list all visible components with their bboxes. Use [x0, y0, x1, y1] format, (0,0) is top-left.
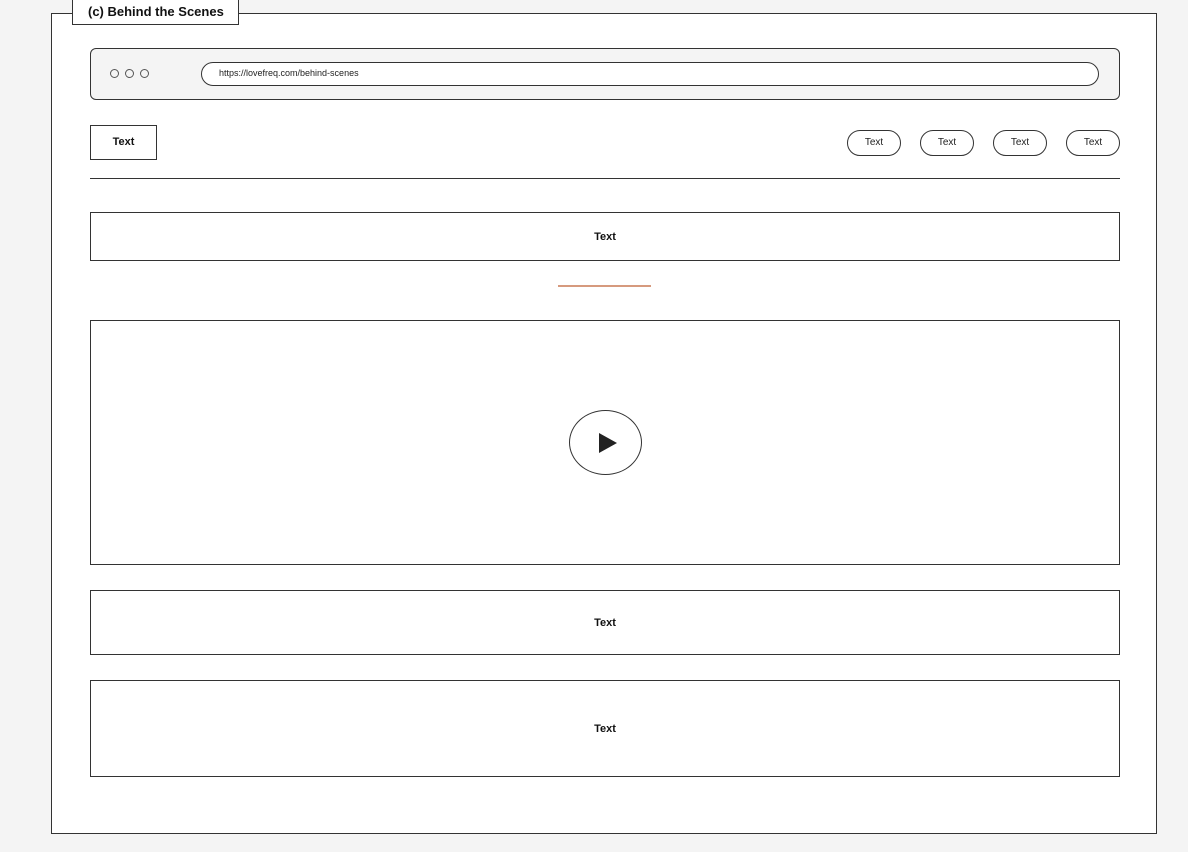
window-controls: [110, 69, 149, 78]
text-block-1: Text: [90, 590, 1120, 655]
window-dot-icon[interactable]: [125, 69, 134, 78]
nav-item-4[interactable]: Text: [1066, 130, 1120, 156]
nav-menu: Text Text Text Text: [847, 130, 1120, 156]
page-title-bar: Text: [90, 212, 1120, 261]
window-dot-icon[interactable]: [140, 69, 149, 78]
browser-bar: https://lovefreq.com/behind-scenes: [90, 48, 1120, 100]
accent-divider: [558, 285, 651, 287]
nav-item-3[interactable]: Text: [993, 130, 1047, 156]
header-divider: [90, 178, 1120, 179]
text-block-1-label: Text: [594, 616, 616, 629]
figure-label: (c) Behind the Scenes: [72, 0, 239, 25]
nav-item-2[interactable]: Text: [920, 130, 974, 156]
url-bar[interactable]: https://lovefreq.com/behind-scenes: [201, 62, 1099, 86]
nav-item-1[interactable]: Text: [847, 130, 901, 156]
video-player[interactable]: [90, 320, 1120, 565]
logo[interactable]: Text: [90, 125, 157, 160]
page-title: Text: [594, 230, 616, 243]
text-block-2-label: Text: [594, 722, 616, 735]
play-button[interactable]: [568, 410, 642, 475]
text-block-2: Text: [90, 680, 1120, 777]
play-icon: [598, 432, 617, 453]
window-dot-icon[interactable]: [110, 69, 119, 78]
